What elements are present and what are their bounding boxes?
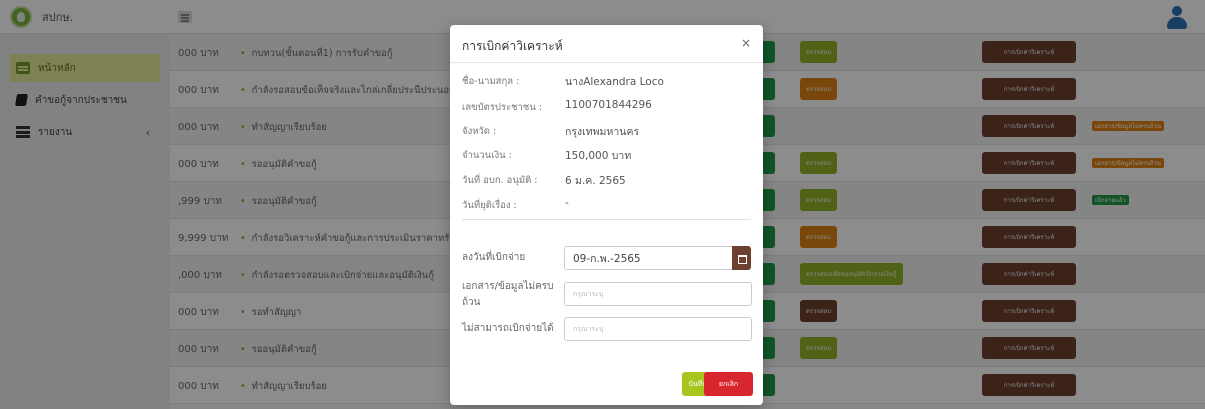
disburse-date-label: ลงวันที่เบิกจ่าย (462, 252, 526, 263)
amount-label: จำนวนเงิน : (462, 150, 512, 161)
name-value: นางAlexandra Loco (565, 76, 664, 88)
calendar-icon[interactable] (732, 246, 751, 270)
modal-header: การเบิกค่าวิเคราะห์ × (450, 25, 763, 63)
disburse-date-input[interactable] (564, 246, 733, 270)
approval-date-value: 6 ม.ค. 2565 (565, 175, 626, 187)
closing-date-value: - (565, 197, 569, 209)
province-label: จังหวัด : (462, 126, 497, 137)
cancel-button[interactable]: ยกเลิก (704, 372, 753, 396)
name-label: ชื่อ-นามสกุล : (462, 76, 520, 87)
citizen-id-label: เลขบัตรประชาชน : (462, 102, 543, 113)
amount-value: 150,000 บาท (565, 150, 632, 162)
incomplete-docs-input[interactable] (564, 282, 752, 306)
approval-date-label: วันที่ อบก. อนุมัติ : (462, 175, 538, 186)
cannot-disburse-label: ไม่สามารถเบิกจ่ายได้ (462, 323, 554, 334)
divider (462, 219, 751, 220)
cannot-disburse-input[interactable] (564, 317, 752, 341)
incomplete-docs-label: เอกสาร/ข้อมูลไม่ครบถ้วน (462, 281, 554, 308)
closing-date-label: วันที่ยุติเรื่อง : (462, 200, 517, 211)
close-icon[interactable]: × (741, 36, 751, 50)
citizen-id-value: 1100701844296 (565, 99, 652, 111)
modal-title: การเบิกค่าวิเคราะห์ (462, 39, 563, 53)
disbursement-modal: การเบิกค่าวิเคราะห์ × ชื่อ-นามสกุล : นาง… (450, 25, 763, 405)
province-value: กรุงเทพมหานคร (565, 126, 640, 138)
